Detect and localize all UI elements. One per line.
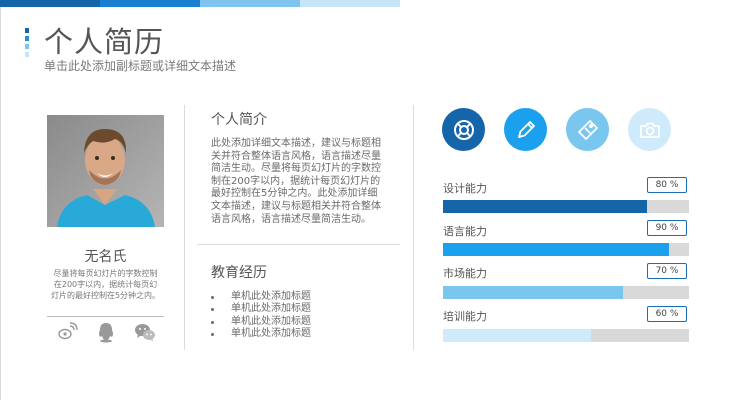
- ticket-icon[interactable]: [566, 108, 609, 151]
- weibo-icon[interactable]: [56, 321, 78, 343]
- intro-title[interactable]: 个人简介: [211, 109, 267, 129]
- strip-segment-3: [200, 0, 300, 7]
- pencil-icon[interactable]: [504, 108, 547, 151]
- strip-segment-2: [100, 0, 200, 7]
- education-item-label: 单机此处添加标题: [231, 303, 311, 315]
- intro-text[interactable]: 此处添加详细文本描述，建议与标题相关并符合整体语言风格，语言描述尽量简洁生动。尽…: [211, 138, 385, 226]
- skill-percent-training[interactable]: 60 %: [647, 306, 687, 322]
- section-divider: [197, 244, 400, 245]
- education-item[interactable]: 单机此处添加标题: [211, 303, 311, 315]
- qq-icon[interactable]: [95, 321, 117, 343]
- wechat-icon[interactable]: [134, 321, 156, 343]
- education-title[interactable]: 教育经历: [211, 262, 267, 282]
- skill-bar-design: [443, 200, 689, 213]
- column-divider-right: [413, 105, 414, 350]
- accent-dot: [25, 44, 29, 49]
- skill-bar-fill: [443, 200, 648, 213]
- camera-icon[interactable]: [628, 108, 671, 151]
- skill-bar-training: [443, 329, 689, 342]
- column-divider-left: [184, 105, 185, 350]
- bullet: [211, 295, 214, 299]
- title-accent-dots: [25, 28, 29, 57]
- skill-percent-language[interactable]: 90 %: [647, 220, 687, 236]
- skill-bar-language: [443, 243, 689, 256]
- accent-dot: [25, 52, 29, 57]
- skill-bar-fill: [443, 329, 591, 342]
- social-divider: [47, 316, 164, 317]
- skill-label-language[interactable]: 语言能力: [443, 223, 487, 239]
- education-item[interactable]: 单机此处添加标题: [211, 291, 311, 303]
- education-item-label: 单机此处添加标题: [231, 291, 311, 302]
- skill-bar-market: [443, 286, 689, 299]
- skill-label-market[interactable]: 市场能力: [443, 265, 487, 281]
- skill-label-design[interactable]: 设计能力: [443, 180, 487, 196]
- page-title[interactable]: 个人简历: [44, 19, 164, 61]
- accent-dot: [25, 36, 29, 41]
- education-item-label: 单机此处添加标题: [231, 315, 311, 327]
- top-color-strip: [0, 0, 400, 7]
- skill-bar-fill: [443, 243, 670, 256]
- accent-dot: [25, 28, 29, 33]
- education-item[interactable]: 单机此处添加标题: [211, 316, 311, 328]
- strip-segment-1: [0, 0, 100, 7]
- skill-percent-market[interactable]: 70 %: [647, 263, 687, 279]
- education-item-label: 单机此处添加标题: [231, 328, 311, 340]
- bullet: [211, 320, 214, 324]
- social-icons-row: [47, 320, 164, 344]
- education-list: 单机此处添加标题 单机此处添加标题 单机此处添加标题 单机此处添加标题: [211, 291, 311, 341]
- slide-left-border: [0, 7, 1, 400]
- bullet: [211, 308, 214, 312]
- profile-name[interactable]: 无名氏: [47, 246, 164, 266]
- strip-segment-4: [300, 0, 400, 7]
- skill-percent-design[interactable]: 80 %: [647, 177, 687, 193]
- skill-bar-fill: [443, 286, 623, 299]
- page-subtitle[interactable]: 单击此处添加副标题或详细文本描述: [44, 57, 236, 74]
- education-item[interactable]: 单机此处添加标题: [211, 328, 311, 340]
- profile-description[interactable]: 尽量将每页幻灯片的字数控制在200字以内，据统计每页幻灯片的最好控制在5分钟之内…: [50, 268, 161, 301]
- profile-photo[interactable]: [47, 115, 164, 227]
- skill-label-training[interactable]: 培训能力: [443, 308, 487, 324]
- bullet: [211, 332, 214, 336]
- lifebuoy-icon[interactable]: [442, 108, 485, 151]
